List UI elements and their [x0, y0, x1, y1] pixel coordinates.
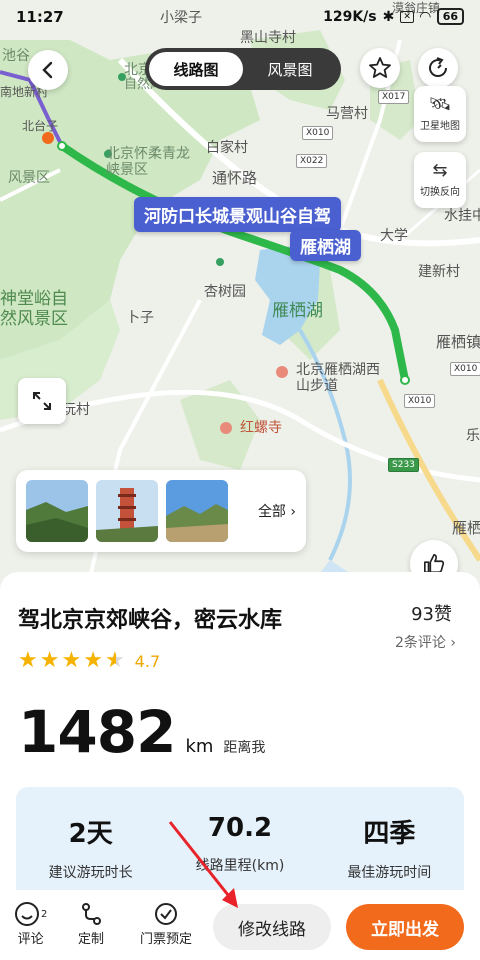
customize-button[interactable]: 定制 — [78, 900, 104, 947]
distance-display: 1482 km 距离我 — [18, 698, 265, 766]
review-button[interactable]: 2 评论 — [14, 900, 47, 947]
satellite-icon: 🛰 — [428, 94, 452, 115]
route-name-label[interactable]: 河防口长城景观山谷自驾 — [134, 197, 341, 232]
map-label-beitaizi: 北台子 — [22, 119, 59, 133]
route-stats-card: 2天 建议游玩时长 70.2 线路里程(km) 四季 最佳游玩时间 — [16, 787, 464, 907]
map-label-xingshuyuan: 杏树园 — [204, 284, 246, 300]
map-label-jianxincun: 建新村 — [418, 264, 460, 280]
stat-label: 最佳游玩时间 — [347, 865, 432, 881]
stat-value: 70.2 — [207, 813, 273, 843]
status-bar: 11:27 129K/s ✱ ✕ ◠ 66 — [0, 0, 480, 34]
map-label-daxue: 大学 — [380, 228, 408, 244]
bottom-action-bar: 2 评论 定制 门票预定 修改线路 立即出发 — [0, 890, 480, 960]
map-label-yanqi: 雁栖 — [452, 519, 480, 537]
distance-unit: km — [185, 736, 214, 757]
map-label-shentangyu: 神堂峪自然风景区 — [0, 289, 68, 329]
star-icon — [369, 57, 391, 78]
route-end-marker — [400, 375, 410, 385]
tab-scenery-map[interactable]: 风景图 — [243, 52, 337, 86]
map-label-fengjingqu: 风景区 — [8, 170, 50, 186]
road-shield: X022 — [296, 154, 328, 168]
review-label: 评论 — [17, 932, 44, 947]
scenery-photo[interactable] — [96, 480, 158, 542]
map-label-huairou-xiagu: 北京怀柔青龙峡景区 — [106, 146, 190, 179]
modify-route-button[interactable]: 修改线路 — [213, 904, 331, 950]
tab-route-map[interactable]: 线路图 — [149, 52, 243, 86]
smile-icon: 2 — [14, 900, 47, 928]
map-label-huairou-road: 通怀路 — [212, 169, 258, 187]
battery-indicator: 66 — [436, 8, 464, 25]
status-time: 11:27 — [16, 8, 64, 26]
comments-link[interactable]: 2条评论 › — [395, 632, 456, 652]
check-circle-icon — [153, 900, 179, 928]
route-title: 驾北京京郊峡谷，密云水库 — [18, 608, 283, 633]
map-label-mayingcun: 马营村 — [326, 106, 368, 122]
map-label-shuijing: 水挂中 — [444, 208, 480, 224]
star-icon: ★ — [18, 648, 38, 673]
scenery-photo[interactable] — [26, 480, 88, 542]
route-start-marker — [42, 132, 54, 144]
road-shield: X010 — [302, 126, 334, 140]
likes-count: 93赞 — [411, 604, 452, 625]
star-icon: ★ — [83, 648, 103, 673]
expand-icon — [33, 392, 51, 410]
map-label-yuancun: 玩村 — [62, 402, 90, 418]
view-all-photos-link[interactable]: 全部 › — [258, 501, 296, 521]
map-label-zi: 卜子 — [126, 310, 154, 326]
star-icon: ★ — [61, 648, 82, 673]
rating-value: 4.7 — [134, 651, 161, 671]
route-map[interactable]: 小梁子 黑山寺村 漠翁庄镇 池谷 南地新村 北京 自然风景区 北台子 北京怀柔青… — [0, 0, 480, 620]
wifi-icon: ◠ — [419, 8, 431, 25]
map-label-baijiacun: 白家村 — [206, 140, 248, 156]
review-count: 2 — [41, 908, 48, 920]
customize-label: 定制 — [78, 932, 105, 947]
fullscreen-button[interactable] — [18, 378, 66, 424]
scenery-photo[interactable] — [166, 480, 228, 542]
lake-poi-label[interactable]: 雁栖湖 — [290, 230, 361, 261]
scenery-photo-strip[interactable]: 全部 › — [16, 470, 306, 552]
road-shield: X010 — [450, 362, 480, 376]
map-label-yanqizhen: 雁栖镇 — [436, 333, 480, 351]
swap-icon: ⇆ — [432, 160, 448, 181]
stat-best-season: 四季 最佳游玩时间 — [315, 787, 464, 907]
distance-suffix: 距离我 — [223, 740, 266, 756]
reverse-direction-button[interactable]: ⇆ 切换反向 — [414, 152, 466, 208]
refresh-button[interactable] — [418, 48, 458, 88]
road-shield: X017 — [378, 90, 410, 104]
half-star-icon: ★ — [104, 648, 125, 673]
compass-icon — [429, 57, 448, 77]
distance-value: 1482 — [18, 698, 176, 766]
rating-stars: ★ ★ ★ ★ ★ 4.7 — [18, 650, 160, 672]
sim-icon: ✕ — [400, 10, 414, 23]
stat-mileage: 70.2 线路里程(km) — [165, 787, 314, 907]
star-icon: ★ — [39, 648, 60, 673]
road-shield: X010 — [404, 394, 436, 408]
satellite-label: 卫星地图 — [420, 121, 460, 132]
route-pin-icon — [78, 900, 104, 928]
bluetooth-icon: ✱ — [382, 8, 395, 25]
stat-value: 2天 — [68, 819, 113, 849]
map-label-le: 乐 — [466, 428, 480, 444]
map-label-hongluosi: 红螺寺 — [240, 420, 282, 436]
map-label-yanqihu: 雁栖湖 — [272, 301, 323, 321]
ticket-booking-button[interactable]: 门票预定 — [140, 900, 192, 947]
map-view-toggle[interactable]: 线路图 风景图 — [145, 48, 341, 90]
reverse-label: 切换反向 — [420, 187, 460, 198]
satellite-map-button[interactable]: 🛰 卫星地图 — [414, 86, 466, 142]
chevron-left-icon — [42, 61, 53, 79]
start-now-button[interactable]: 立即出发 — [346, 904, 464, 950]
road-shield: S233 — [388, 458, 419, 472]
map-label-yanqihu-xishan: 北京雁栖湖西山步道 — [296, 362, 380, 395]
network-speed: 129K/s — [323, 8, 377, 25]
stat-duration: 2天 建议游玩时长 — [16, 787, 165, 907]
map-label-chiju: 池谷 — [2, 48, 30, 64]
stat-value: 四季 — [363, 819, 416, 849]
stat-label: 线路里程(km) — [195, 858, 285, 874]
favorite-button[interactable] — [360, 48, 400, 88]
tickets-label: 门票预定 — [140, 932, 193, 947]
stat-label: 建议游玩时长 — [48, 865, 133, 881]
back-button[interactable] — [28, 50, 68, 90]
